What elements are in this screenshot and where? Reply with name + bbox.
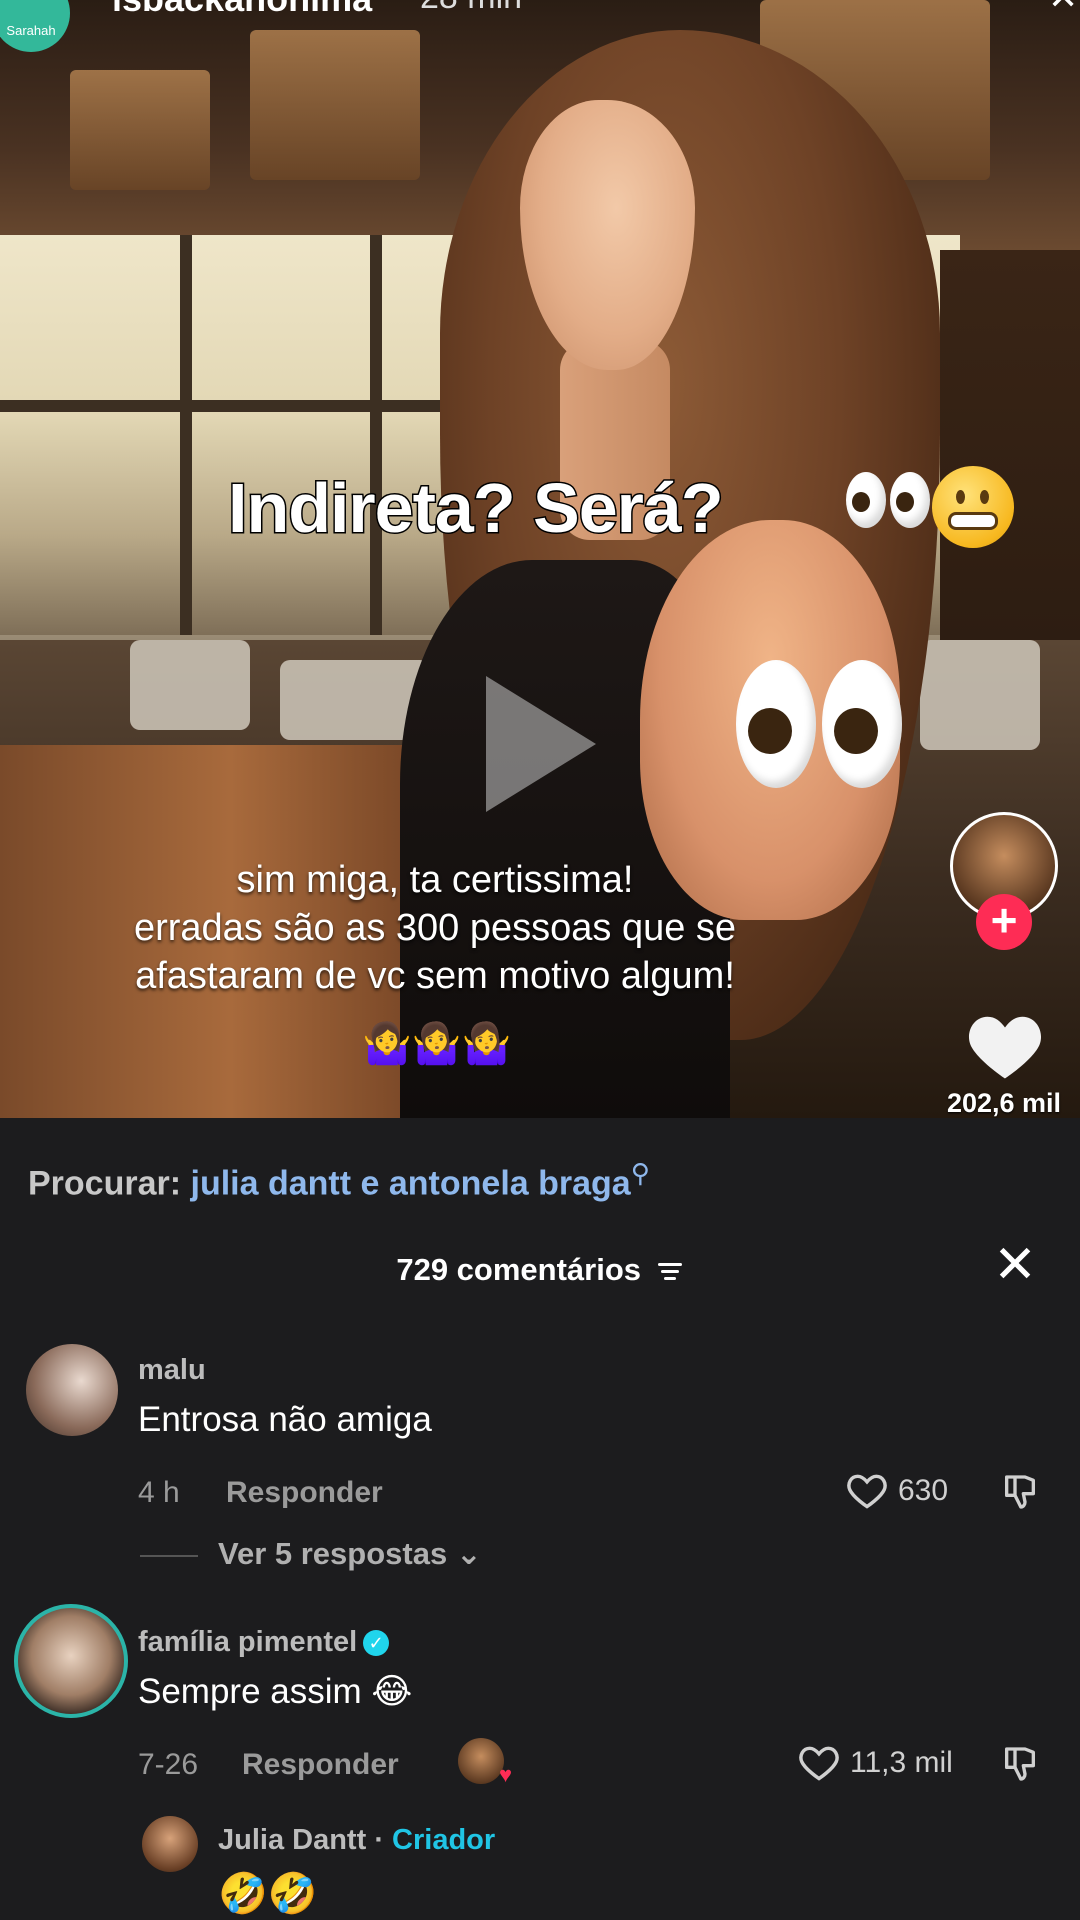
eyes-emoji-icon (846, 472, 930, 528)
heart-outline-icon (799, 1746, 839, 1781)
close-icon[interactable]: ✕ (1048, 0, 1078, 18)
heart-outline-icon (847, 1474, 887, 1509)
caption-line: erradas são as 300 pessoas que se (133, 907, 737, 949)
chevron-down-icon: ⌄ (455, 1536, 482, 1571)
avatar[interactable] (142, 1816, 198, 1872)
reply-button[interactable]: Responder (226, 1476, 383, 1510)
play-icon[interactable] (486, 676, 596, 812)
separator: · (374, 1824, 384, 1856)
close-comments-icon[interactable]: ✕ (990, 1239, 1040, 1292)
avatar[interactable] (14, 1604, 128, 1718)
background-lamp (70, 70, 210, 190)
background-lamp (250, 30, 420, 180)
comment-like-button[interactable]: 11,3 mil (798, 1744, 953, 1782)
comment-time: 4 h (138, 1476, 180, 1509)
overlay-title: Indireta? Será? (227, 468, 726, 549)
heart-icon[interactable] (966, 1010, 1044, 1082)
verified-badge-icon: ✓ (363, 1630, 390, 1657)
window-frame (370, 235, 382, 635)
comment-time: 7-26 (138, 1748, 199, 1781)
liked-by-creator-icon (458, 1738, 512, 1788)
poster-handle[interactable]: isbackanonima (112, 0, 372, 20)
caption-line: sim miga, ta certissima! (236, 859, 634, 901)
video-caption: sim miga, ta certissima! erradas são as … (40, 856, 830, 1000)
comment-author[interactable]: família pimentel ✓ (138, 1626, 390, 1659)
eyes-sticker-icon (736, 660, 902, 788)
search-label: Procurar: (28, 1164, 182, 1203)
reply-author[interactable]: Julia Dantt · Criador (218, 1824, 495, 1857)
post-time: 28 min (420, 0, 522, 17)
comments-count: 729 comentários (396, 1252, 642, 1287)
background-chair (920, 640, 1040, 750)
creator-tag: Criador (392, 1824, 496, 1856)
search-icon[interactable]: ⚲ (631, 1158, 650, 1188)
caption-line: afastaram de vc sem motivo algum! (135, 955, 735, 997)
comment-author[interactable]: malu (138, 1354, 206, 1387)
search-term[interactable]: julia dantt e antonela braga (191, 1164, 631, 1202)
ellipsis-icon[interactable]: ••• (946, 0, 994, 15)
grimace-emoji-icon (932, 466, 1014, 548)
avatar[interactable] (26, 1344, 118, 1436)
follow-plus-icon[interactable]: + (976, 894, 1032, 950)
reply-button[interactable]: Responder (242, 1748, 399, 1782)
comment-text: Sempre assim 😂 (138, 1672, 413, 1711)
reply-text: 🤣🤣 (218, 1872, 318, 1916)
thumbs-down-icon[interactable] (1000, 1744, 1040, 1784)
comment-like-count: 630 (898, 1474, 949, 1507)
reply-author-name: Julia Dantt (218, 1824, 367, 1856)
poster-avatar-label: Sarahah (6, 23, 56, 38)
comments-count-row: 729 comentários (0, 1252, 1080, 1288)
view-replies-label: Ver 5 respostas (218, 1536, 448, 1571)
comment-like-count: 11,3 mil (850, 1746, 953, 1779)
comment-author-name: família pimentel (138, 1626, 358, 1658)
divider (140, 1555, 198, 1557)
comment-text: Entrosa não amiga (138, 1400, 432, 1439)
sort-icon[interactable] (656, 1259, 684, 1284)
view-replies-button[interactable]: Ver 5 respostas ⌄ (218, 1536, 482, 1572)
search-suggestion[interactable]: Procurar: julia dantt e antonela braga⚲ (28, 1158, 650, 1203)
background-chair (130, 640, 250, 730)
comment-like-button[interactable]: 630 (846, 1472, 948, 1510)
window-frame (180, 235, 192, 635)
thumbs-down-icon[interactable] (1000, 1472, 1040, 1512)
video-player[interactable]: Sarahah isbackanonima 28 min ••• ✕ Indir… (0, 0, 1080, 1118)
like-count: 202,6 mil (946, 1088, 1062, 1118)
shrug-emojis: 🤷‍♀️🤷‍♀️🤷‍♀️ (362, 1022, 512, 1066)
comments-sheet: Procurar: julia dantt e antonela braga⚲ … (0, 1118, 1080, 1920)
